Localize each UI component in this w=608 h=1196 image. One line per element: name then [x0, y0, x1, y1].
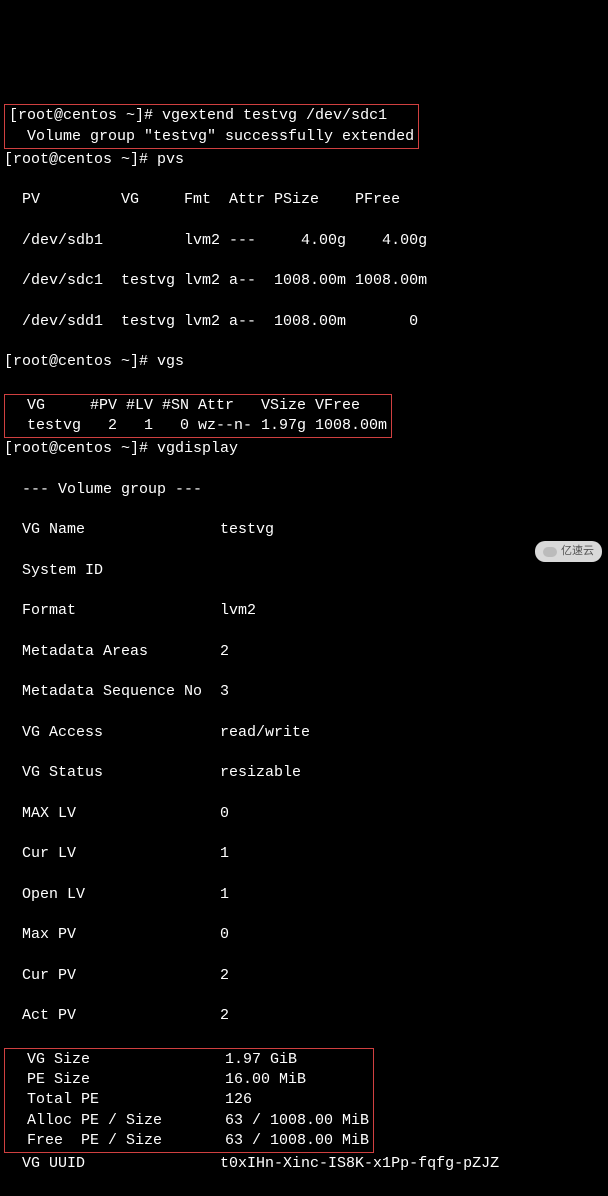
vgdisplay-row: Cur PV 2: [4, 966, 604, 986]
vgdisplay-row: Act PV 2: [4, 1006, 604, 1026]
vgdisplay-row: Alloc PE / Size 63 / 1008.00 MiB: [9, 1111, 369, 1131]
watermark-text: 亿速云: [561, 544, 594, 559]
vgdisplay-row: Total PE 126: [9, 1090, 369, 1110]
vgdisplay-uuid: VG UUID t0xIHn-Xinc-IS8K-x1Pp-fqfg-pZJZ: [4, 1154, 604, 1174]
vgdisplay-row: Metadata Sequence No 3: [4, 682, 604, 702]
vgdisplay-separator: --- Volume group ---: [4, 480, 604, 500]
vgdisplay-row: VG Status resizable: [4, 763, 604, 783]
vgdisplay-row: Format lvm2: [4, 601, 604, 621]
prompt: [root@centos ~]#: [4, 440, 157, 457]
highlight-box-vgs: VG #PV #LV #SN Attr VSize VFree testvg 2…: [4, 394, 392, 439]
vgdisplay-row: VG Size 1.97 GiB: [9, 1050, 369, 1070]
vgdisplay-row: Max PV 0: [4, 925, 604, 945]
command-vgdisplay: vgdisplay: [157, 440, 238, 457]
vgdisplay-row: MAX LV 0: [4, 804, 604, 824]
vgdisplay-row: VG Name testvg: [4, 520, 604, 540]
prompt: [root@centos ~]#: [4, 353, 157, 370]
vgdisplay-row: Free PE / Size 63 / 1008.00 MiB: [9, 1131, 369, 1151]
vgdisplay-row: PE Size 16.00 MiB: [9, 1070, 369, 1090]
vgdisplay-row: System ID: [4, 561, 604, 581]
output-vgextend: Volume group "testvg" successfully exten…: [9, 127, 414, 147]
vgs-row: testvg 2 1 0 wz--n- 1.97g 1008.00m: [9, 416, 387, 436]
vgdisplay-row: Open LV 1: [4, 885, 604, 905]
cloud-icon: [543, 547, 557, 557]
vgdisplay-row: Cur LV 1: [4, 844, 604, 864]
command-vgs: vgs: [157, 353, 184, 370]
pvs-row: /dev/sdc1 testvg lvm2 a-- 1008.00m 1008.…: [4, 271, 604, 291]
highlight-box-vgextend: [root@centos ~]# vgextend testvg /dev/sd…: [4, 104, 419, 149]
vgdisplay-row: Metadata Areas 2: [4, 642, 604, 662]
pvs-row: /dev/sdd1 testvg lvm2 a-- 1008.00m 0: [4, 312, 604, 332]
vgs-header: VG #PV #LV #SN Attr VSize VFree: [9, 396, 387, 416]
command-pvs: pvs: [157, 151, 184, 168]
pvs-header: PV VG Fmt Attr PSize PFree: [4, 190, 604, 210]
watermark-badge: 亿速云: [535, 541, 602, 562]
terminal-output: [root@centos ~]# vgextend testvg /dev/sd…: [0, 81, 608, 1196]
vgdisplay-row: VG Access read/write: [4, 723, 604, 743]
prompt: [root@centos ~]#: [4, 151, 157, 168]
highlight-box-sizes: VG Size 1.97 GiB PE Size 16.00 MiB Total…: [4, 1048, 374, 1153]
pvs-row: /dev/sdb1 lvm2 --- 4.00g 4.00g: [4, 231, 604, 251]
prompt: [root@centos ~]#: [9, 107, 162, 124]
command-vgextend: vgextend testvg /dev/sdc1: [162, 107, 387, 124]
